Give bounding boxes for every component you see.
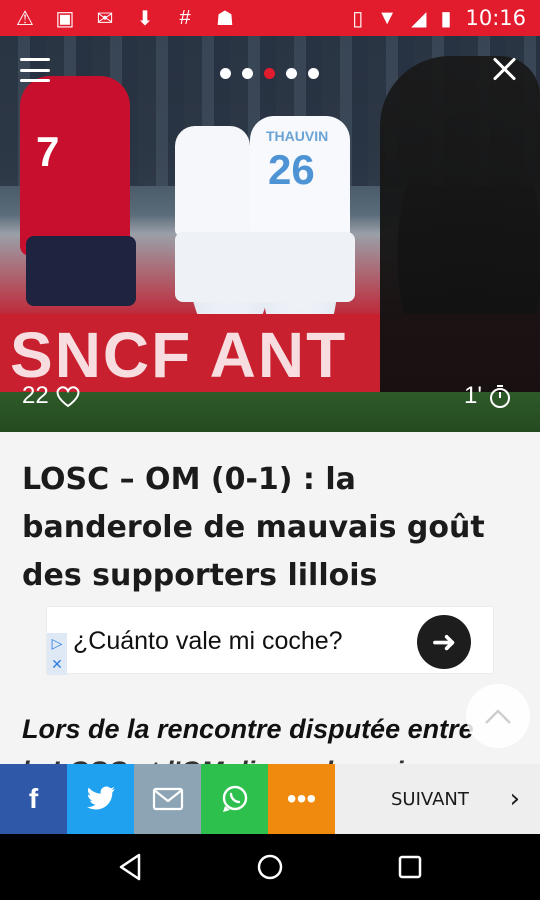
image-icon: ▣: [55, 7, 75, 30]
heart-icon: [56, 386, 80, 408]
hero-image[interactable]: SNCF ANT 7 THAUVIN 26: [0, 36, 540, 432]
status-bar: ⚠ ▣ ✉ ⬇ # ☗ ▯ ▼ ◢ ▮ 10:16: [0, 0, 540, 36]
player-white-2: THAUVIN 26: [250, 116, 350, 246]
article-lead: Lors de la rencontre disputée entre: [22, 714, 474, 744]
pager-dot[interactable]: [286, 68, 297, 79]
home-button[interactable]: [255, 852, 285, 882]
jersey-number-left: 7: [36, 128, 60, 175]
scroll-to-top-button[interactable]: [466, 684, 530, 748]
recents-square-icon: [398, 855, 422, 879]
arrow-right-icon: ➜: [431, 625, 457, 659]
back-triangle-icon: [119, 853, 141, 881]
signal-icon: ◢: [411, 7, 427, 30]
system-navigation-bar: [0, 834, 540, 900]
twitter-icon: [86, 786, 115, 810]
chevron-right-icon: ›: [509, 784, 520, 814]
whatsapp-share-button[interactable]: [201, 764, 268, 834]
next-label: SUIVANT: [391, 788, 469, 810]
ad-close-icon: ✕: [51, 656, 63, 672]
pitch-grass: [0, 392, 540, 432]
mail-icon: [152, 787, 183, 811]
chevron-up-icon: [485, 709, 511, 724]
twitter-share-button[interactable]: [67, 764, 134, 834]
clock: 10:16: [465, 6, 526, 30]
image-pager: [220, 68, 319, 79]
close-icon[interactable]: [490, 54, 520, 84]
pager-dot[interactable]: [308, 68, 319, 79]
ad-text: ¿Cuánto vale mi coche?: [73, 627, 343, 655]
pager-dot[interactable]: [220, 68, 231, 79]
gmail-icon: ✉: [96, 7, 114, 30]
pager-dot-active[interactable]: [264, 68, 275, 79]
wifi-icon: ▼: [377, 6, 398, 29]
recents-button[interactable]: [395, 852, 425, 882]
player-dark: [380, 56, 540, 432]
like-count: 22: [22, 382, 49, 409]
back-button[interactable]: [115, 852, 145, 882]
facebook-share-button[interactable]: f: [0, 764, 67, 834]
ad-arrow-button[interactable]: ➜: [417, 615, 471, 669]
system-icons: ▯ ▼ ◢ ▮ 10:16: [352, 6, 526, 31]
whatsapp-icon: [222, 785, 247, 812]
ad-choices-icon: ▷: [51, 635, 63, 651]
home-circle-icon: [257, 854, 283, 880]
article-title: LOSC – OM (0-1) : la banderole de mauvai…: [22, 462, 485, 593]
like-counter[interactable]: 22: [22, 382, 81, 410]
ad-banner[interactable]: ▷ ✕ ¿Cuánto vale mi coche? ➜: [46, 606, 494, 675]
read-time-value: 1': [464, 382, 482, 409]
ad-choices-badge[interactable]: ▷ ✕: [47, 633, 67, 675]
facebook-icon: f: [28, 783, 39, 814]
notification-icons: ⚠ ▣ ✉ ⬇ # ☗: [14, 6, 236, 31]
read-time: 1': [464, 382, 512, 410]
advertising-board-text: SNCF ANT: [10, 319, 348, 391]
next-article-button[interactable]: SUIVANT ›: [335, 764, 540, 834]
pager-dot[interactable]: [242, 68, 253, 79]
menu-icon[interactable]: [20, 58, 50, 82]
more-share-button[interactable]: •••: [268, 764, 335, 834]
hashtag-icon: #: [179, 6, 191, 29]
warning-icon: ⚠: [16, 7, 34, 30]
player-red-shorts: [26, 236, 136, 306]
more-dots-icon: •••: [286, 783, 317, 814]
player-white-1: [175, 126, 250, 236]
download-icon: ⬇: [136, 7, 154, 30]
jersey-name-right: THAUVIN: [266, 128, 329, 144]
player-red: 7: [20, 76, 130, 256]
vibrate-icon: ▯: [352, 7, 364, 30]
share-bar: f ••• SUIVANT ›: [0, 764, 540, 834]
player-white-shorts: [175, 232, 355, 302]
timer-icon: [489, 385, 510, 408]
jersey-number-right: 26: [268, 146, 315, 193]
android-icon: ☗: [216, 7, 234, 30]
mail-share-button[interactable]: [134, 764, 201, 834]
battery-icon: ▮: [440, 7, 452, 30]
